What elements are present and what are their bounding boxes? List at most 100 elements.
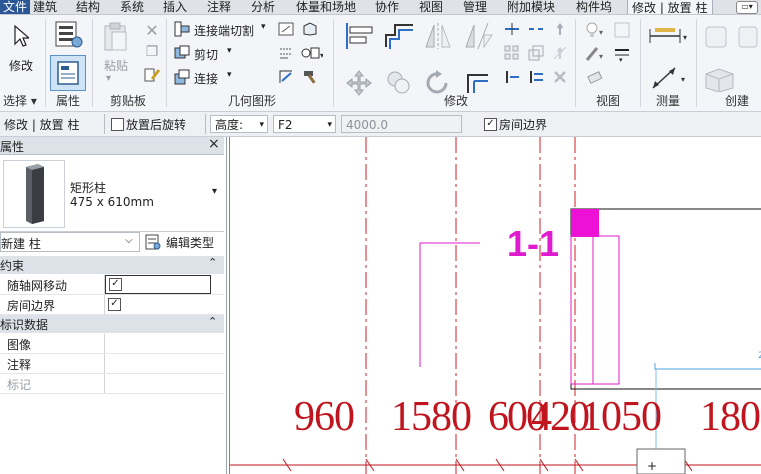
section-constraints[interactable]: 约束 ⌃ xyxy=(0,256,224,274)
cut-button[interactable]: 剪切 xyxy=(194,46,218,63)
collapse-icon[interactable]: ⌃ xyxy=(208,315,217,328)
dimension-text[interactable]: 960 xyxy=(294,393,355,441)
family-name: 矩形柱 xyxy=(70,181,107,195)
menu-insert[interactable]: 插入 xyxy=(163,0,187,14)
close-icon[interactable]: × xyxy=(208,136,220,152)
modify-button[interactable]: 修改 xyxy=(9,57,33,74)
join-geometry-icon[interactable] xyxy=(173,68,191,86)
menu-file[interactable]: 文件 xyxy=(0,0,31,14)
dimension-text[interactable]: 1580 xyxy=(391,393,472,441)
menu-bar: 文件 建筑 结构 系统 插入 注释 分析 体量和场地 协作 视图 管理 附加模块… xyxy=(0,0,761,15)
align-icon[interactable] xyxy=(342,20,376,52)
menu-manage[interactable]: 管理 xyxy=(463,0,487,14)
drawing-canvas[interactable]: 2 + 1-1 960 1580 600 420 1050 180 xyxy=(229,137,761,474)
offset-input[interactable]: 4000.0 xyxy=(341,115,462,133)
level-select[interactable]: F2 ▾ xyxy=(273,115,336,133)
copy-icon[interactable]: ❐ xyxy=(143,43,161,61)
split-gap-icon[interactable] xyxy=(527,20,545,38)
menu-collaborate[interactable]: 协作 xyxy=(375,0,399,14)
section-identity-data[interactable]: 标识数据 ⌃ xyxy=(0,315,224,333)
hammer-icon[interactable] xyxy=(300,68,320,86)
menu-architecture[interactable]: 建筑 xyxy=(33,0,57,14)
section-box xyxy=(570,235,620,385)
delete-icon[interactable] xyxy=(551,68,569,86)
offset-icon[interactable] xyxy=(382,20,416,52)
unpin-icon[interactable] xyxy=(551,44,569,62)
split-element-icon[interactable] xyxy=(503,20,521,38)
cut-geometry-icon[interactable] xyxy=(173,44,191,62)
paste-icon[interactable] xyxy=(101,21,131,53)
rotate-after-place-checkbox[interactable] xyxy=(111,118,124,131)
menu-analyze[interactable]: 分析 xyxy=(251,0,275,14)
section-tag[interactable]: 1-1 xyxy=(507,223,559,265)
properties-header: 属性 × xyxy=(0,136,224,155)
move-with-grids-checkbox[interactable]: ✓ xyxy=(109,278,122,291)
scale-icon[interactable] xyxy=(527,44,545,62)
collapse-ribbon-icon[interactable]: ▭▾ xyxy=(736,1,758,14)
cut-clipboard-icon[interactable]: ✕ xyxy=(143,21,161,40)
hide-element-icon[interactable] xyxy=(611,20,633,40)
instance-filter-dropdown[interactable]: 新建 柱 ⌵ xyxy=(0,232,140,252)
copy-element-icon[interactable] xyxy=(382,67,416,99)
menu-structure[interactable]: 结构 xyxy=(76,0,100,14)
create-group-icon[interactable] xyxy=(736,23,760,51)
trim-extend-multiple-icon[interactable] xyxy=(527,68,545,86)
type-name: 475 x 610mm xyxy=(70,195,154,209)
menu-massing-site[interactable]: 体量和场地 xyxy=(296,0,356,14)
paste-dropdown-icon[interactable]: ▾ xyxy=(106,73,111,84)
tab-modify-place-column[interactable]: 修改 | 放置 柱 xyxy=(627,0,713,14)
beam-join-icon[interactable] xyxy=(276,44,296,62)
height-depth-select[interactable]: 高度: ▾ xyxy=(210,115,268,133)
mirror-draw-icon[interactable] xyxy=(461,20,495,52)
join-button[interactable]: 连接 xyxy=(194,70,218,87)
join-cut-button[interactable]: 连接端切割 xyxy=(194,22,254,39)
edit-type-button[interactable]: 编辑类型 xyxy=(145,232,225,252)
move-with-grids-field[interactable]: ✓ xyxy=(105,275,211,294)
comments-field[interactable] xyxy=(106,355,206,372)
room-bounding-checkbox[interactable]: ✓ xyxy=(484,118,497,131)
type-properties-icon[interactable] xyxy=(52,20,84,50)
image-field[interactable] xyxy=(106,335,206,352)
dimension-text[interactable]: 180 xyxy=(700,393,761,441)
paint-icon[interactable]: ▾ xyxy=(300,44,324,62)
demolish-icon[interactable] xyxy=(276,68,296,86)
type-dropdown-icon[interactable]: ▾ xyxy=(212,186,217,197)
menu-systems[interactable]: 系统 xyxy=(120,0,144,14)
paste-button[interactable]: 粘贴 xyxy=(104,57,128,74)
properties-palette-icon[interactable] xyxy=(50,55,86,91)
match-properties-icon[interactable] xyxy=(143,66,161,84)
array-icon[interactable] xyxy=(503,44,521,62)
group-select[interactable]: 选择 ▾ xyxy=(3,92,37,109)
menu-component-dock[interactable]: 构件坞 xyxy=(576,0,612,14)
aligned-dimension-icon[interactable]: ▾ xyxy=(646,63,690,93)
create-similar-icon[interactable] xyxy=(702,23,732,51)
svg-text:▾: ▾ xyxy=(599,28,603,37)
move-icon[interactable] xyxy=(342,67,376,99)
modify-cursor-icon[interactable] xyxy=(9,23,33,49)
override-graphics-icon[interactable]: ▾ xyxy=(583,44,607,64)
create-part-icon[interactable] xyxy=(702,65,740,93)
measure-between-icon[interactable]: ▾ xyxy=(646,23,690,49)
dimension-text[interactable]: 420 xyxy=(531,393,590,441)
collapse-icon[interactable]: ⌃ xyxy=(208,256,217,269)
join-cut-dropdown-icon[interactable]: ▾ xyxy=(261,22,266,32)
mark-field[interactable] xyxy=(106,375,206,392)
split-face-icon[interactable] xyxy=(300,20,320,38)
mirror-axis-icon[interactable] xyxy=(421,20,455,52)
room-bounding-param-checkbox[interactable]: ✓ xyxy=(108,298,121,311)
type-selector[interactable]: 矩形柱 475 x 610mm ▾ xyxy=(0,155,224,232)
svg-text:+: + xyxy=(647,459,657,473)
menu-annotate[interactable]: 注释 xyxy=(207,0,231,14)
cut-dropdown-icon[interactable]: ▾ xyxy=(227,46,232,56)
join-cut-icon[interactable] xyxy=(173,20,191,38)
lightbulb-icon[interactable]: ▾ xyxy=(583,20,607,40)
wall-joins-icon[interactable] xyxy=(276,20,296,38)
eraser-icon[interactable] xyxy=(583,68,607,88)
dimension-text[interactable]: 1050 xyxy=(581,393,662,441)
trim-extend-single-icon[interactable] xyxy=(503,68,521,86)
join-dropdown-icon[interactable]: ▾ xyxy=(227,70,232,80)
menu-view[interactable]: 视图 xyxy=(419,0,443,14)
linework-icon[interactable]: ▾ xyxy=(611,44,633,64)
pin-icon[interactable] xyxy=(551,20,569,38)
menu-addins[interactable]: 附加模块 xyxy=(507,0,555,14)
